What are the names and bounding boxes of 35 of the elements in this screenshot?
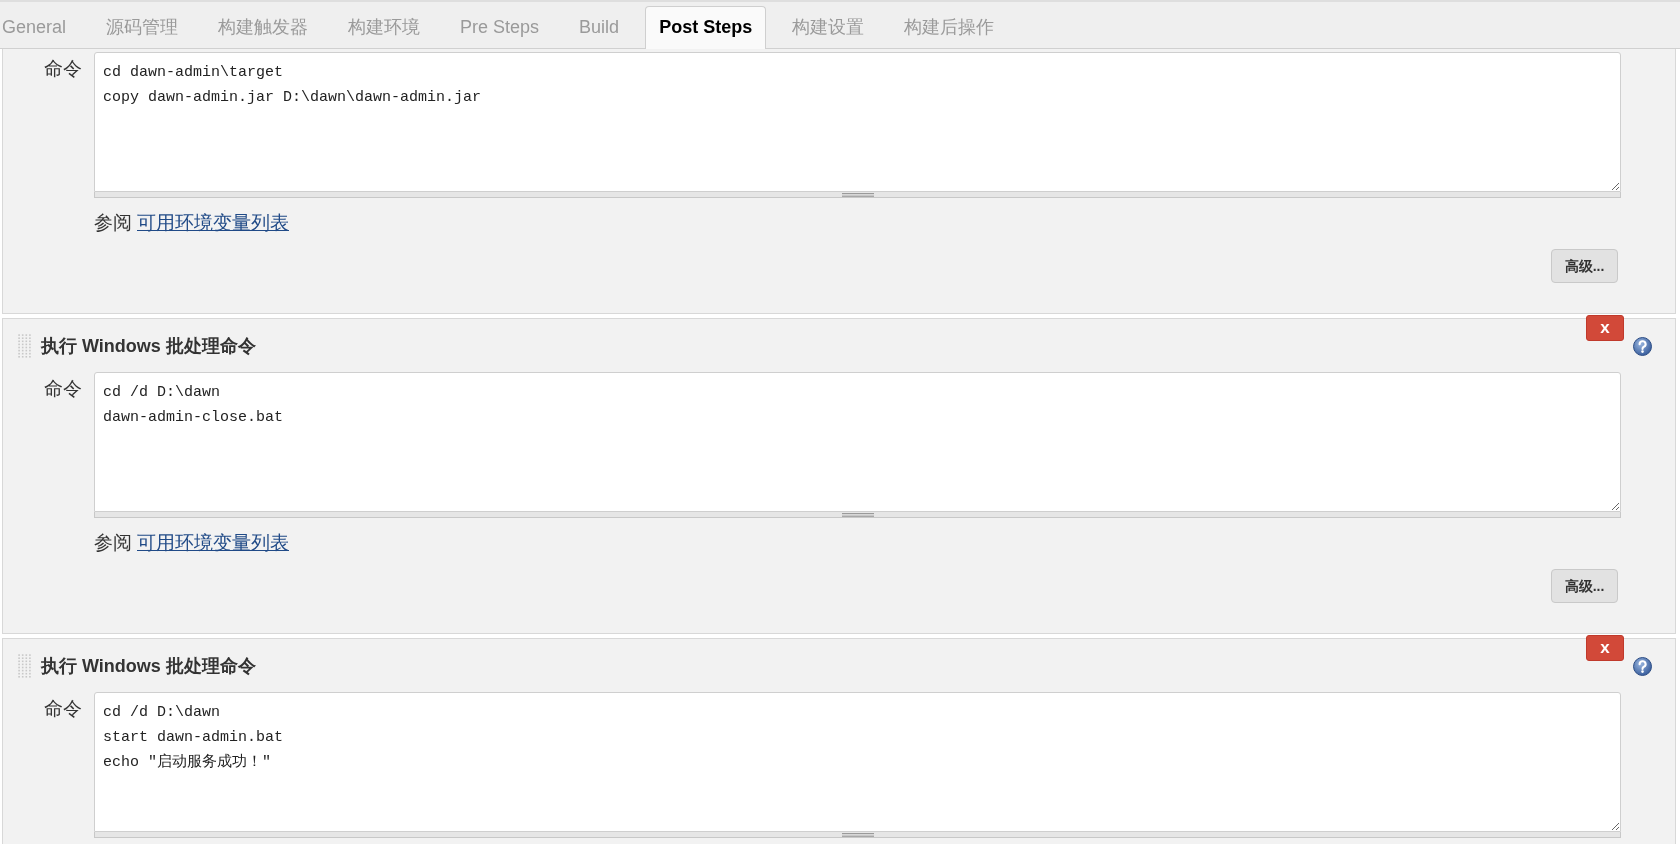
drag-handle-icon[interactable] [18,333,32,359]
help-icon[interactable] [1633,336,1652,356]
advanced-button[interactable]: 高级... [1551,249,1618,283]
resize-bar[interactable] [94,512,1621,518]
tab[interactable]: Post Steps [645,6,767,49]
tab[interactable]: 构建触发器 [204,6,323,48]
drag-handle-icon[interactable] [18,653,32,679]
see-also-label: 参阅 [94,211,132,235]
tab[interactable]: 构建后操作 [890,6,1009,48]
tab[interactable]: 构建设置 [778,6,879,48]
resize-bar[interactable] [94,832,1621,838]
step-title: 执行 Windows 批处理命令 [41,335,256,358]
advanced-button[interactable]: 高级... [1551,569,1618,603]
tab[interactable]: Build [565,6,634,48]
tab[interactable]: 源码管理 [92,6,193,48]
see-also-label: 参阅 [94,531,132,555]
field-label: 命令 [43,57,82,81]
resize-handle-icon [841,512,874,517]
command-field[interactable]: cd dawn-admin\target copy dawn-admin.jar D:\dawn\dawn-admin.jar [94,52,1621,192]
field-label: 命令 [43,697,82,721]
resize-handle-icon [841,832,874,837]
help-icon[interactable] [1633,656,1652,676]
field-label: 命令 [43,377,82,401]
tab[interactable]: Pre Steps [446,6,554,48]
delete-button[interactable]: x [1586,315,1624,341]
command-field[interactable]: cd /d D:\dawn dawn-admin-close.bat [94,372,1621,512]
resize-handle-icon [841,192,874,197]
tab[interactable]: General [0,6,81,48]
env-vars-link[interactable]: 可用环境变量列表 [137,531,289,555]
delete-button[interactable]: x [1586,635,1624,661]
step-title: 执行 Windows 批处理命令 [41,655,256,678]
resize-bar[interactable] [94,192,1621,198]
tab[interactable]: 构建环境 [334,6,435,48]
env-vars-link[interactable]: 可用环境变量列表 [137,211,289,235]
command-field[interactable]: cd /d D:\dawn start dawn-admin.bat echo "启动服务成功！" [94,692,1621,832]
